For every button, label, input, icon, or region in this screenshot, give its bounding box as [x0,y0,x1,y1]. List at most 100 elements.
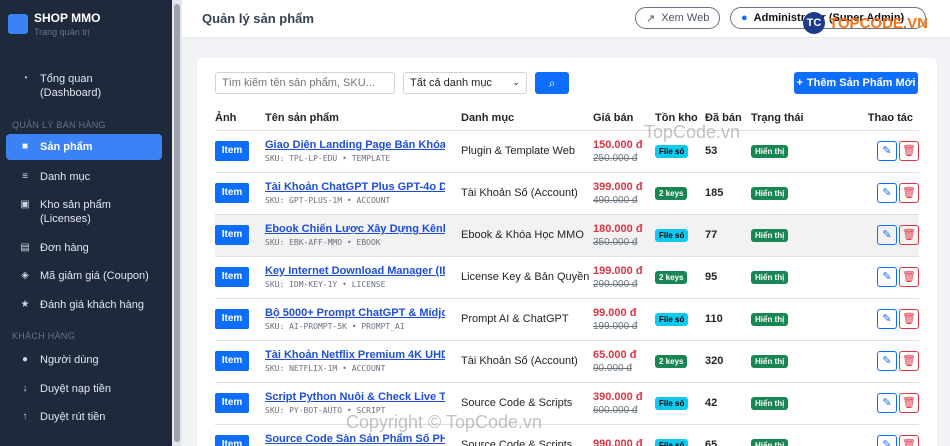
edit-button[interactable]: ✎ [877,225,897,245]
header-image: Ảnh [215,106,265,131]
product-old-price: 90.000 đ [593,362,632,374]
product-old-price: 290.000 đ [593,278,638,290]
product-thumbnail[interactable]: Item [215,141,249,161]
product-price: 990.000 đ [593,438,643,446]
stock-cell: File số [655,298,705,341]
status-cell: Hiển thị [751,256,839,299]
add-product-label: Thêm Sản Phẩm Mới [806,77,916,89]
sidebar-item-products[interactable]: ■ Sản phẩm [6,134,162,160]
header-category: Danh mục [461,106,593,131]
product-name-link[interactable]: Ebook Chiến Lược Xây Dựng Kênh Affiliate [265,223,445,235]
dashboard-icon: ◔ [21,73,29,84]
sidebar-item-licenses[interactable]: ▣ Kho sản phẩm (Licenses) [6,198,162,226]
product-thumbnail[interactable]: Item [215,309,249,329]
edit-button[interactable]: ✎ [877,267,897,287]
product-sold: 320 [705,340,751,383]
status-cell: Hiển thị [751,424,839,446]
table-row: Item Tài Khoản Netflix Premium 4K UHD 1 T… [215,340,919,383]
product-thumbnail[interactable]: Item [215,393,249,413]
label-line2: (Licenses) [40,213,91,225]
delete-button[interactable]: 🗑 [899,225,919,245]
scrollbar-thumb[interactable] [174,4,180,442]
product-category: Tài Khoản Số (Account) [461,340,593,383]
stock-badge: File số [655,228,689,242]
sidebar-item-categories[interactable]: ≡ Danh mục [6,170,162,184]
stock-badge: File số [655,438,689,446]
product-name-link[interactable]: Bộ 5000+ Prompt ChatGPT & Midjourney [265,307,445,319]
product-sku: SKU: AI-PROMPT-5K • PROMPT_AI [265,322,405,331]
trash-icon: 🗑 [902,355,916,367]
product-sku: SKU: IDM-KEY-1Y • LICENSE [265,280,386,289]
label-line2: (Dashboard) [40,87,102,99]
search-button[interactable]: ⌕ [535,72,569,94]
header-name: Tên sản phẩm [265,106,461,131]
product-name-link[interactable]: Source Code Sàn Sản Phẩm Số PHP MySQL [265,433,445,445]
sidebar-item-deposits[interactable]: ↓ Duyệt nạp tiền [6,382,162,396]
product-name-link[interactable]: Giao Diện Landing Page Bán Khóa Học [265,139,445,151]
sidebar-scrollbar[interactable] [172,0,182,446]
edit-button[interactable]: ✎ [877,183,897,203]
warehouse-icon: ▣ [20,199,30,210]
sidebar-item-withdrawals[interactable]: ↑ Duyệt rút tiền [6,410,162,424]
sidebar-item-label: Duyệt nạp tiền [40,383,111,395]
edit-button[interactable]: ✎ [877,393,897,413]
product-name-link[interactable]: Script Python Nuôi & Check Live Tài Khoả… [265,391,445,403]
sidebar: SHOP MMO Trang quản trị ◔ Tổng quan (Dash… [0,0,172,446]
product-category: License Key & Bản Quyền [461,256,593,299]
price-cell: 99.000 đ 199.000 đ [593,298,655,341]
table-header-row: Ảnh Tên sản phẩm Danh mục Giá bán Tồn kh… [215,106,919,131]
product-sold: 185 [705,172,751,215]
product-old-price: 250.000 đ [593,152,638,164]
product-thumbnail[interactable]: Item [215,225,249,245]
actions-cell: ✎ 🗑 [839,340,919,383]
product-thumbnail[interactable]: Item [215,183,249,203]
table-row: Item Tài Khoản ChatGPT Plus GPT-4o Dùng R… [215,172,919,215]
product-category: Plugin & Template Web [461,130,593,173]
sidebar-item-label: Kho sản phẩm (Licenses) [40,198,111,226]
delete-button[interactable]: 🗑 [899,393,919,413]
sidebar-item-users[interactable]: ● Người dùng [6,353,162,367]
cart-icon: ▤ [20,242,30,253]
product-sold: 95 [705,256,751,299]
watermark-text: TopCode.vn [644,122,741,142]
section-sales: QUẢN LÝ BÁN HÀNG [12,120,106,130]
sidebar-item-reviews[interactable]: ★ Đánh giá khách hàng [6,298,162,312]
delete-button[interactable]: 🗑 [899,309,919,329]
watermark-copyright: Copyright © TopCode.vn [346,412,543,432]
name-cell: Tài Khoản ChatGPT Plus GPT-4o Dùng Riêng… [265,172,461,215]
brand[interactable]: SHOP MMO Trang quản trị [8,10,100,37]
delete-button[interactable]: 🗑 [899,183,919,203]
delete-button[interactable]: 🗑 [899,351,919,371]
add-product-button[interactable]: + Thêm Sản Phẩm Mới [794,72,918,94]
category-select[interactable]: Tất cả danh mục ⌄ [403,72,527,94]
edit-button[interactable]: ✎ [877,309,897,329]
edit-button[interactable]: ✎ [877,141,897,161]
trash-icon: 🗑 [902,271,916,283]
edit-button[interactable]: ✎ [877,351,897,371]
delete-button[interactable]: 🗑 [899,267,919,287]
view-site-button[interactable]: ↗ Xem Web [635,7,721,29]
user-icon: ● [741,12,748,24]
product-name-link[interactable]: Tài Khoản ChatGPT Plus GPT-4o Dùng Riêng [265,181,445,193]
sidebar-item-orders[interactable]: ▤ Đơn hàng [6,241,162,255]
product-thumbnail[interactable]: Item [215,351,249,371]
edit-icon: ✎ [882,145,892,157]
edit-button[interactable]: ✎ [877,435,897,446]
external-link-icon: ↗ [646,12,656,25]
product-name-link[interactable]: Tài Khoản Netflix Premium 4K UHD 1 Tháng [265,349,445,361]
product-thumbnail[interactable]: Item [215,267,249,287]
delete-button[interactable]: 🗑 [899,141,919,161]
search-input[interactable] [215,72,395,94]
table-row: Item Script Python Nuôi & Check Live Tài … [215,382,919,425]
sidebar-item-dashboard[interactable]: ◔ Tổng quan (Dashboard) [6,72,162,100]
ticket-icon: ◈ [21,270,29,281]
delete-button[interactable]: 🗑 [899,435,919,446]
product-name-link[interactable]: Key Internet Download Manager (IDM) 1 Nă… [265,265,445,277]
sidebar-item-label: Danh mục [40,171,91,183]
product-thumbnail[interactable]: Item [215,435,249,446]
status-cell: Hiển thị [751,382,839,425]
trash-icon: 🗑 [902,439,916,446]
sidebar-item-label: Sản phẩm [40,141,93,153]
products-card: Tất cả danh mục ⌄ ⌕ + Thêm Sản Phẩm Mới … [197,58,937,446]
sidebar-item-coupons[interactable]: ◈ Mã giảm giá (Coupon) [6,269,162,283]
